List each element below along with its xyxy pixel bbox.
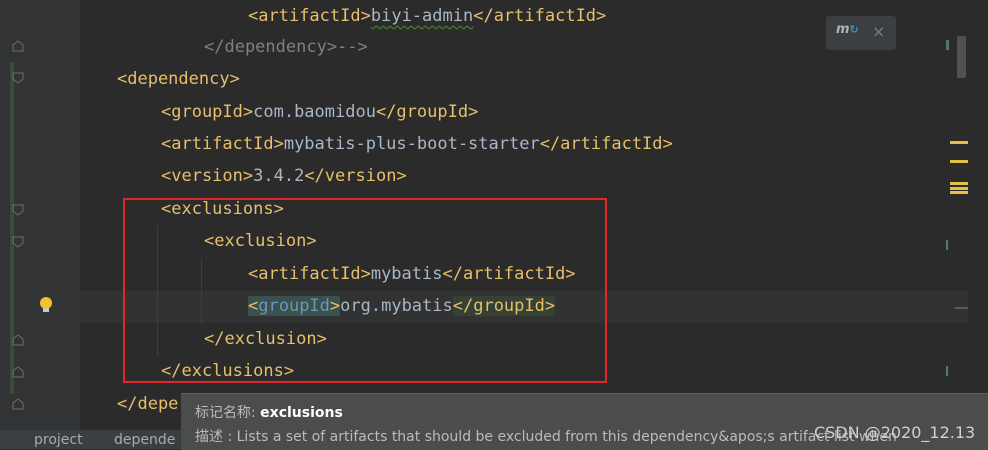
code-line: </dependency>--> <box>204 37 368 57</box>
lightbulb-icon[interactable] <box>38 296 54 314</box>
fold-end-icon[interactable] <box>12 40 24 52</box>
change-marker <box>946 240 948 250</box>
warning-marker[interactable] <box>950 160 968 163</box>
fold-start-icon[interactable] <box>12 236 24 248</box>
code-line: <version>3.4.2</version> <box>161 166 407 186</box>
change-marker <box>946 366 948 376</box>
code-line: <artifactId>mybatis-plus-boot-starter</a… <box>161 134 673 154</box>
fold-end-icon[interactable] <box>12 334 24 346</box>
fold-start-icon[interactable] <box>12 72 24 84</box>
highlight-annotation-box <box>123 198 607 383</box>
warning-marker[interactable] <box>950 182 968 185</box>
code-line: <groupId>com.baomidou</groupId> <box>161 102 479 122</box>
scrollbar-thumb[interactable] <box>957 36 966 78</box>
warning-marker[interactable] <box>950 191 968 194</box>
code-line: <dependency> <box>117 69 240 89</box>
fold-start-icon[interactable] <box>12 204 24 216</box>
watermark: CSDN @2020_12.13 <box>814 423 976 442</box>
maven-load-changes-popup[interactable]: m↻ × <box>826 16 896 50</box>
warning-marker[interactable] <box>950 187 968 190</box>
fold-end-icon[interactable] <box>12 366 24 378</box>
code-line: </depe <box>117 394 179 414</box>
breadcrumb-project[interactable]: project <box>34 432 83 448</box>
caret-position-marker[interactable] <box>955 307 968 309</box>
maven-reload-icon[interactable]: m↻ <box>836 22 859 37</box>
fold-end-icon[interactable] <box>12 398 24 410</box>
tooltip-tag-name: 标记名称: exclusions <box>195 405 343 421</box>
breadcrumb-dependency[interactable]: depende <box>114 432 175 448</box>
inspection-ok-icon[interactable] <box>946 40 949 50</box>
tooltip-description: 描述 : Lists a set of artifacts that shoul… <box>195 429 897 445</box>
code-line: <artifactId>biyi-admin</artifactId> <box>248 6 607 26</box>
close-icon[interactable]: × <box>872 22 885 41</box>
warning-marker[interactable] <box>950 141 968 144</box>
